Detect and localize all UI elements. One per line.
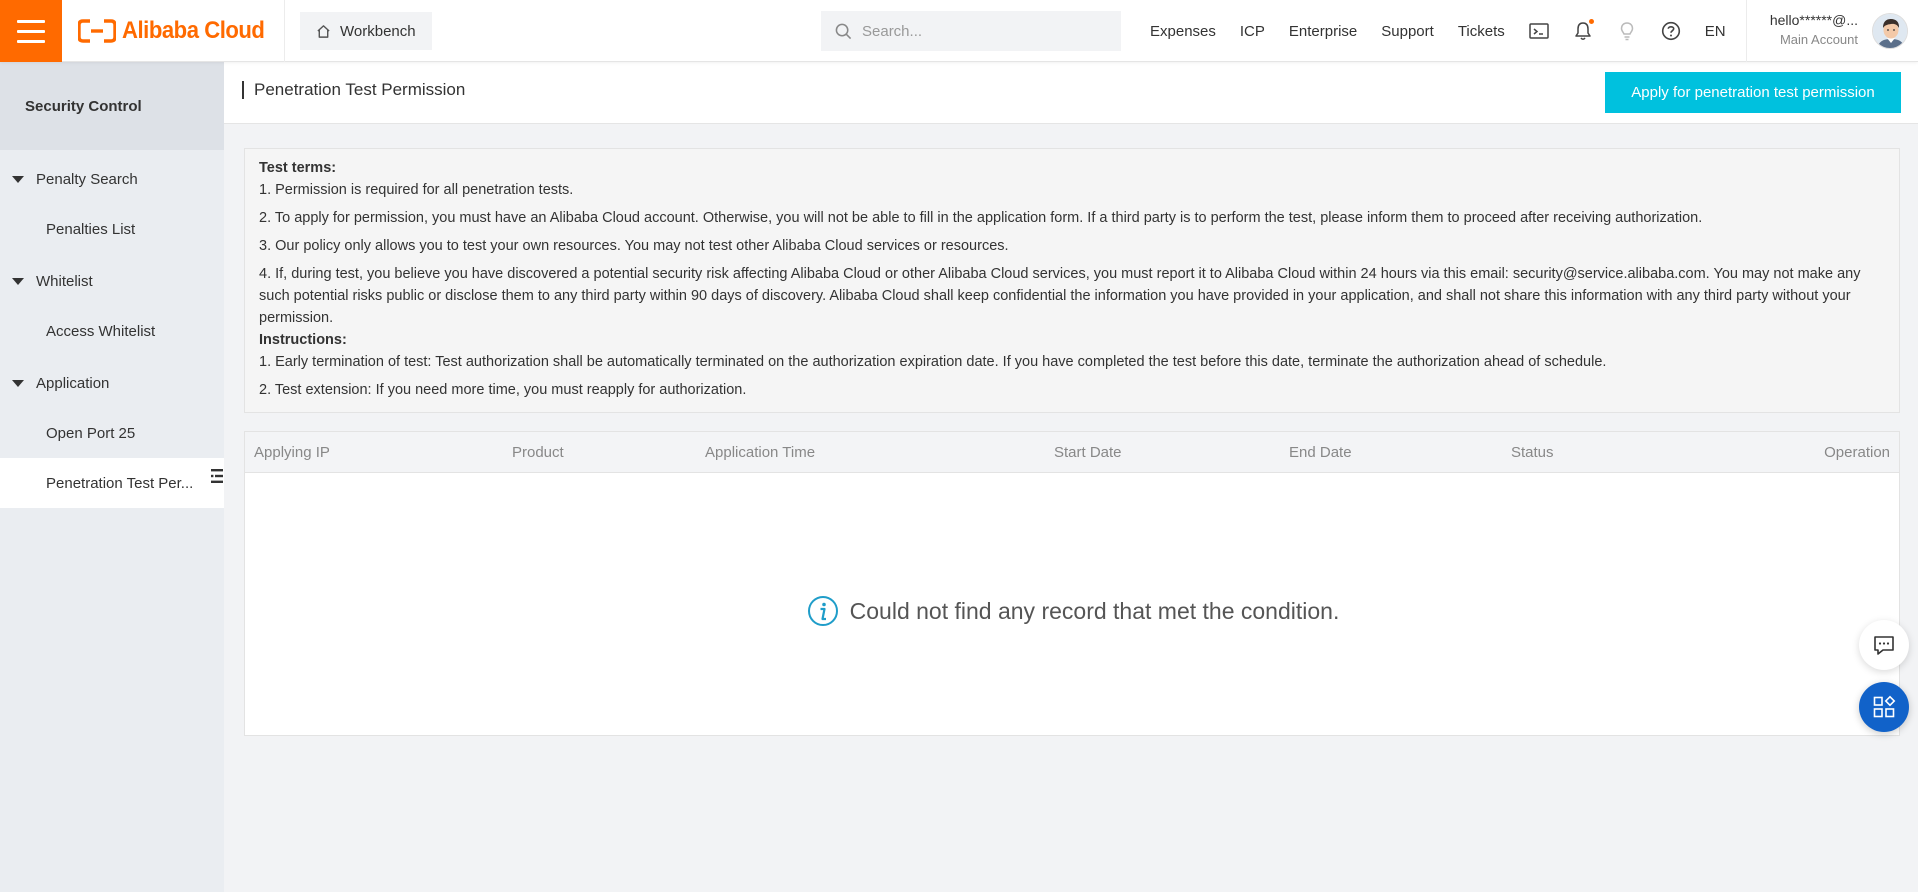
column-end-date: End Date [1289, 444, 1352, 461]
account-divider [1746, 0, 1747, 62]
notification-dot [1588, 19, 1594, 24]
page-title: Penetration Test Permission [242, 81, 465, 99]
workbench-button[interactable]: Workbench [300, 12, 432, 50]
instructions-item: 2. Test extension: If you need more time… [259, 382, 747, 398]
caret-down-icon [12, 175, 24, 183]
nav-enterprise[interactable]: Enterprise [1289, 23, 1357, 40]
workbench-label: Workbench [340, 22, 416, 40]
nav-icp[interactable]: ICP [1240, 23, 1265, 40]
column-start-date: Start Date [1054, 444, 1122, 461]
alibaba-cloud-logo[interactable]: Alibaba Cloud [78, 17, 277, 45]
sidebar-group-whitelist[interactable]: Whitelist [0, 256, 224, 306]
sidebar: Security Control Penalty Search Penaltie… [0, 62, 224, 892]
terminal-icon[interactable] [1527, 19, 1551, 43]
sidebar-title: Security Control [0, 62, 224, 150]
bell-icon[interactable] [1571, 19, 1595, 43]
column-product: Product [512, 444, 564, 461]
sidebar-group-label: Application [36, 374, 110, 392]
sidebar-group-label: Penalty Search [36, 170, 138, 188]
instructions-item: 1. Early termination of test: Test autho… [259, 354, 1607, 370]
account-type: Main Account [1779, 32, 1858, 47]
home-icon [317, 24, 330, 38]
nav-tickets[interactable]: Tickets [1458, 23, 1505, 40]
sidebar-group-label: Whitelist [36, 272, 93, 290]
test-terms-panel: Test terms: 1. Permission is required fo… [244, 148, 1900, 413]
logo-text: Alibaba Cloud [122, 17, 265, 44]
top-nav-links: Expenses ICP Enterprise Support Tickets [1138, 0, 1726, 62]
caret-down-icon [12, 277, 24, 285]
nav-support[interactable]: Support [1381, 23, 1434, 40]
info-icon [807, 596, 838, 626]
account-menu[interactable]: hello******@... Main Account [1758, 12, 1858, 47]
page-header: Penetration Test Permission Apply for pe… [224, 62, 1918, 124]
column-operation: Operation [1824, 444, 1890, 461]
search-input[interactable] [862, 22, 1102, 40]
column-application-time: Application Time [705, 444, 816, 461]
account-name: hello******@... [1769, 12, 1858, 28]
sidebar-group-penalty-search[interactable]: Penalty Search [0, 154, 224, 204]
caret-down-icon [12, 379, 24, 387]
sidebar-item-access-whitelist[interactable]: Access Whitelist [0, 306, 224, 356]
apps-icon[interactable] [1859, 682, 1909, 732]
top-navigation-bar: Alibaba Cloud Workbench Expenses ICP Ent… [0, 0, 1918, 62]
nav-expenses[interactable]: Expenses [1150, 23, 1216, 40]
column-status: Status [1511, 444, 1554, 461]
menu-icon[interactable] [0, 0, 62, 62]
terms-item: 2. To apply for permission, you must hav… [259, 210, 1703, 226]
terms-item: 3. Our policy only allows you to test yo… [259, 238, 1009, 254]
apply-permission-button[interactable]: Apply for penetration test permission [1605, 72, 1901, 113]
terms-item: 4. If, during test, you believe you have… [259, 266, 1861, 326]
terms-heading: Test terms: [259, 160, 337, 176]
avatar[interactable] [1872, 13, 1908, 49]
sidebar-item-open-port-25[interactable]: Open Port 25 [0, 408, 224, 458]
terms-item: 1. Permission is required for all penetr… [259, 182, 574, 198]
lightbulb-icon[interactable] [1615, 19, 1639, 43]
topbar-divider [284, 0, 285, 62]
search-box[interactable] [821, 11, 1121, 51]
language-selector[interactable]: EN [1705, 23, 1726, 40]
column-applying-ip: Applying IP [254, 444, 330, 461]
instructions-heading: Instructions: [259, 332, 347, 348]
applications-table: Applying IP Product Application Time Sta… [244, 431, 1900, 736]
logo-mark-icon [78, 19, 116, 43]
sidebar-item-penalties-list[interactable]: Penalties List [0, 204, 224, 254]
sidebar-item-penetration-test[interactable]: Penetration Test Per... [0, 458, 224, 508]
table-header: Applying IP Product Application Time Sta… [245, 432, 1899, 473]
chat-icon[interactable] [1859, 620, 1909, 670]
sidebar-collapse-icon[interactable] [210, 464, 224, 488]
empty-state: Could not find any record that met the c… [245, 595, 1901, 627]
help-icon[interactable] [1659, 19, 1683, 43]
search-icon [835, 23, 852, 39]
sidebar-group-application[interactable]: Application [0, 358, 224, 408]
empty-message: Could not find any record that met the c… [849, 597, 1340, 624]
